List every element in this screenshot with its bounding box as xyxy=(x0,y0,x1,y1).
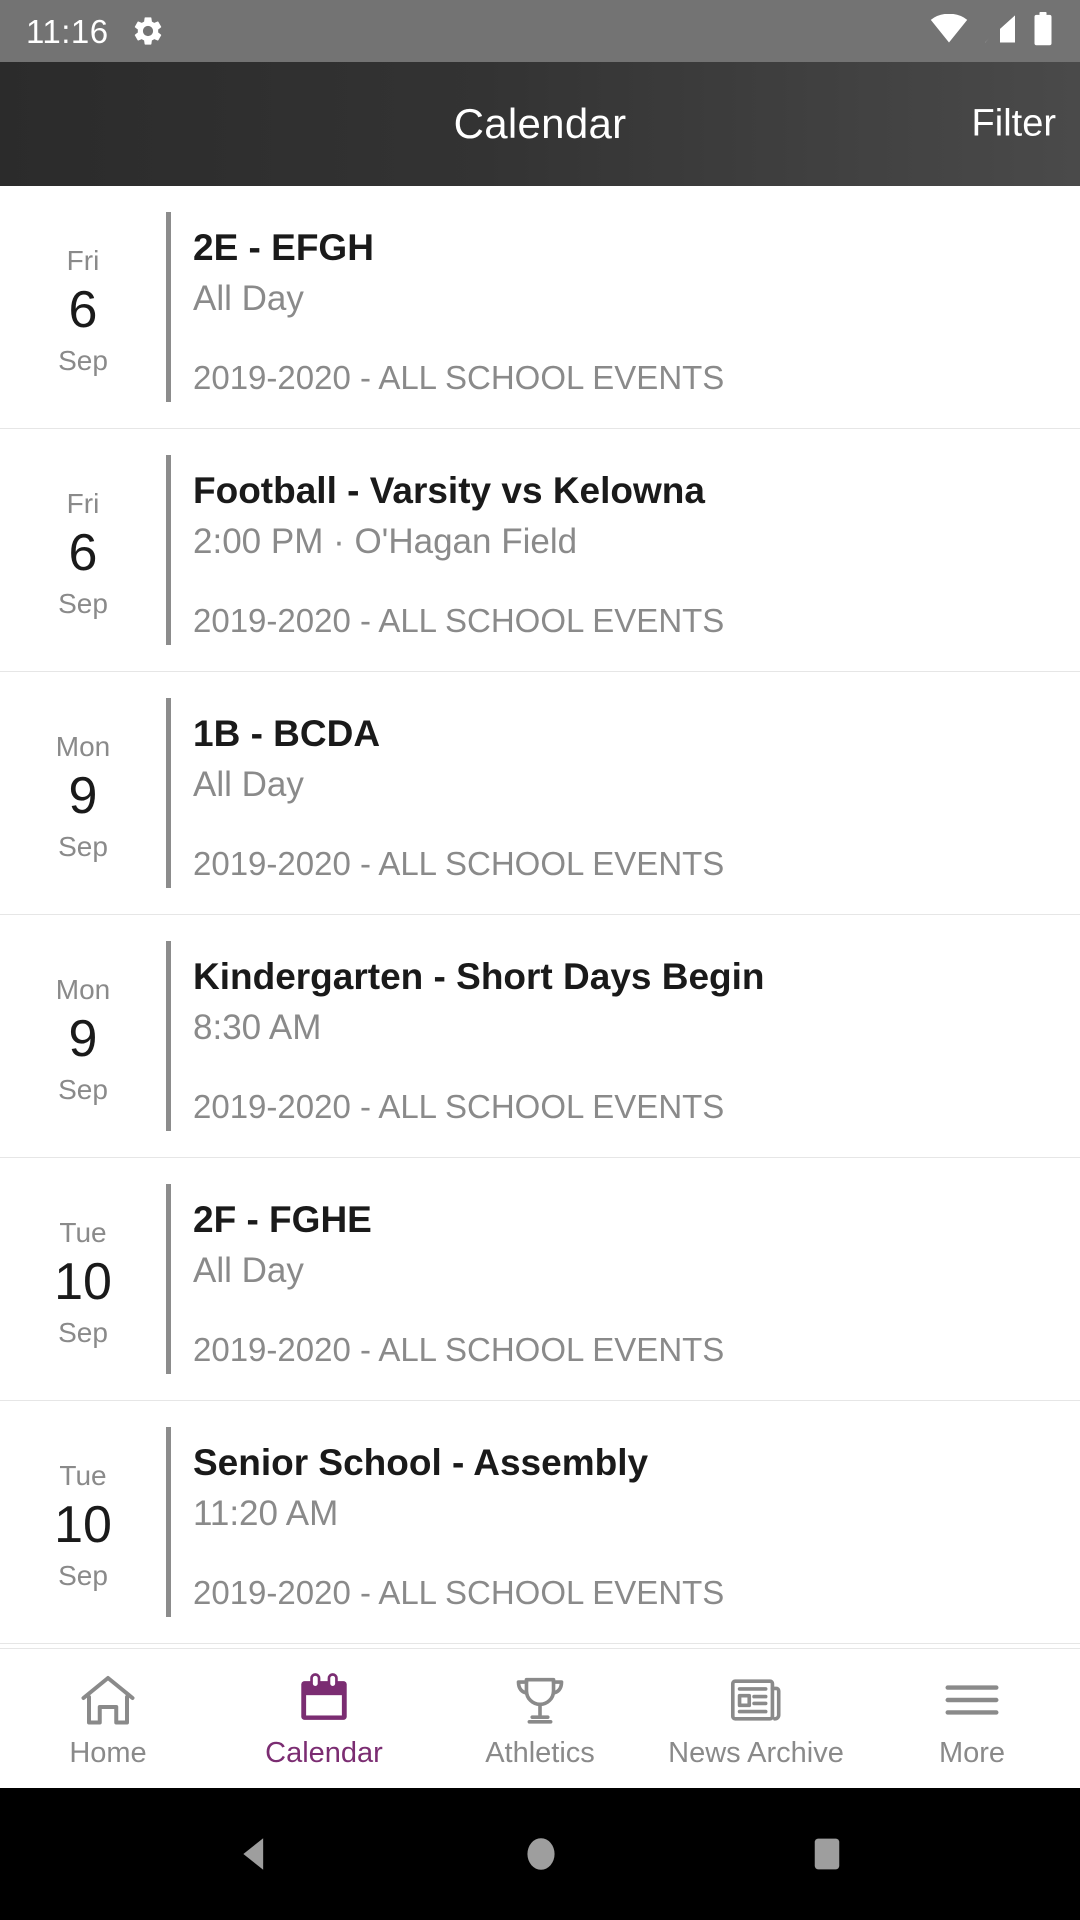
event-details: Football - Varsity vs Kelowna 2:00 PM · … xyxy=(171,429,1080,671)
event-category: 2019-2020 - ALL SCHOOL EVENTS xyxy=(193,1087,725,1125)
event-row[interactable]: Tue 10 Sep 2F - FGHE All Day 2019-2020 -… xyxy=(0,1158,1080,1401)
tab-label-calendar: Calendar xyxy=(265,1737,383,1769)
hamburger-menu-icon xyxy=(941,1669,1003,1731)
home-circle-icon[interactable] xyxy=(519,1832,563,1876)
home-icon xyxy=(78,1669,138,1731)
gear-icon xyxy=(131,14,165,48)
event-row[interactable]: Fri 6 Sep Football - Varsity vs Kelowna … xyxy=(0,429,1080,672)
event-row[interactable]: Mon 9 Sep Kindergarten - Short Days Begi… xyxy=(0,915,1080,1158)
filter-button[interactable]: Filter xyxy=(972,103,1056,146)
bottom-tab-bar: Home Calendar Athletics News Archive Mor… xyxy=(0,1648,1080,1788)
event-date-month: Sep xyxy=(58,1073,108,1105)
tab-calendar[interactable]: Calendar xyxy=(216,1649,432,1788)
event-title: 2F - FGHE xyxy=(193,1199,372,1240)
event-time-location: All Day xyxy=(193,278,304,318)
event-details: Kindergarten - Short Days Begin 8:30 AM … xyxy=(171,915,1080,1157)
event-date-dow: Fri xyxy=(66,244,100,276)
trophy-icon xyxy=(511,1669,569,1731)
event-date-day: 10 xyxy=(54,1252,112,1311)
event-date-month: Sep xyxy=(58,1559,108,1591)
tab-label-more: More xyxy=(938,1737,1006,1769)
tab-label-athletics: Athletics xyxy=(485,1737,595,1769)
event-date-month: Sep xyxy=(58,344,108,376)
tab-news-archive[interactable]: News Archive xyxy=(648,1649,864,1788)
event-date: Mon 9 Sep xyxy=(0,672,166,914)
event-list[interactable]: Fri 6 Sep 2E - EFGH All Day 2019-2020 - … xyxy=(0,186,1080,1648)
cell-signal-icon xyxy=(982,14,1018,49)
event-date: Tue 10 Sep xyxy=(0,1401,166,1643)
calendar-icon xyxy=(295,1669,353,1731)
event-date-day: 6 xyxy=(68,280,98,339)
app-header: Calendar Filter xyxy=(0,62,1080,186)
event-date-dow: Mon xyxy=(55,973,111,1005)
event-date: Fri 6 Sep xyxy=(0,186,166,428)
event-title: Senior School - Assembly xyxy=(193,1442,649,1483)
back-triangle-icon[interactable] xyxy=(232,1832,276,1876)
tab-home[interactable]: Home xyxy=(0,1649,216,1788)
event-time-location: 2:00 PM · O'Hagan Field xyxy=(193,521,578,561)
event-row[interactable]: Tue 10 Sep Senior School - Assembly 11:2… xyxy=(0,1401,1080,1644)
event-date-day: 6 xyxy=(68,523,98,582)
event-date: Tue 10 Sep xyxy=(0,1158,166,1400)
event-details: Senior School - Assembly 11:20 AM 2019-2… xyxy=(171,1401,1080,1643)
event-category: 2019-2020 - ALL SCHOOL EVENTS xyxy=(193,1573,725,1611)
newspaper-icon xyxy=(727,1669,785,1731)
event-date-day: 9 xyxy=(68,766,98,825)
battery-full-icon xyxy=(1032,11,1054,51)
event-date-month: Sep xyxy=(58,587,108,619)
event-row[interactable]: Mon 9 Sep 1B - BCDA All Day 2019-2020 - … xyxy=(0,672,1080,915)
android-nav-bar xyxy=(0,1788,1080,1920)
recents-square-icon[interactable] xyxy=(806,1833,848,1875)
event-title: Kindergarten - Short Days Begin xyxy=(193,956,765,997)
event-date-day: 10 xyxy=(54,1495,112,1554)
event-category: 2019-2020 - ALL SCHOOL EVENTS xyxy=(193,1330,725,1368)
status-bar-icons xyxy=(930,11,1054,51)
tab-label-home: Home xyxy=(69,1737,147,1769)
event-date: Fri 6 Sep xyxy=(0,429,166,671)
event-title: 1B - BCDA xyxy=(193,713,381,754)
tab-more[interactable]: More xyxy=(864,1649,1080,1788)
page-title: Calendar xyxy=(453,100,627,147)
event-date-day: 9 xyxy=(68,1009,98,1068)
event-category: 2019-2020 - ALL SCHOOL EVENTS xyxy=(193,844,725,882)
wifi-icon xyxy=(930,13,968,49)
event-category: 2019-2020 - ALL SCHOOL EVENTS xyxy=(193,358,725,396)
event-date: Mon 9 Sep xyxy=(0,915,166,1157)
event-time-location: All Day xyxy=(193,1250,304,1290)
event-row[interactable]: Fri 6 Sep 2E - EFGH All Day 2019-2020 - … xyxy=(0,186,1080,429)
event-date-dow: Mon xyxy=(55,730,111,762)
event-date-dow: Tue xyxy=(59,1216,107,1248)
event-details: 2E - EFGH All Day 2019-2020 - ALL SCHOOL… xyxy=(171,186,1080,428)
event-details: 2F - FGHE All Day 2019-2020 - ALL SCHOOL… xyxy=(171,1158,1080,1400)
tab-athletics[interactable]: Athletics xyxy=(432,1649,648,1788)
app-root: 11:16 Calendar Filter Fri 6 Sep 2E - EFG… xyxy=(0,0,1080,1920)
event-title: Football - Varsity vs Kelowna xyxy=(193,470,705,511)
event-time-location: All Day xyxy=(193,764,304,804)
event-details: 1B - BCDA All Day 2019-2020 - ALL SCHOOL… xyxy=(171,672,1080,914)
event-time-location: 8:30 AM xyxy=(193,1007,322,1047)
event-date-dow: Fri xyxy=(66,487,100,519)
tab-label-news-archive: News Archive xyxy=(668,1737,844,1769)
status-bar: 11:16 xyxy=(0,0,1080,62)
event-category: 2019-2020 - ALL SCHOOL EVENTS xyxy=(193,601,725,639)
event-date-dow: Tue xyxy=(59,1459,107,1491)
event-date-month: Sep xyxy=(58,830,108,862)
event-time-location: 11:20 AM xyxy=(193,1493,339,1533)
status-bar-clock: 11:16 xyxy=(26,12,109,50)
event-title: 2E - EFGH xyxy=(193,227,374,268)
event-date-month: Sep xyxy=(58,1316,108,1348)
